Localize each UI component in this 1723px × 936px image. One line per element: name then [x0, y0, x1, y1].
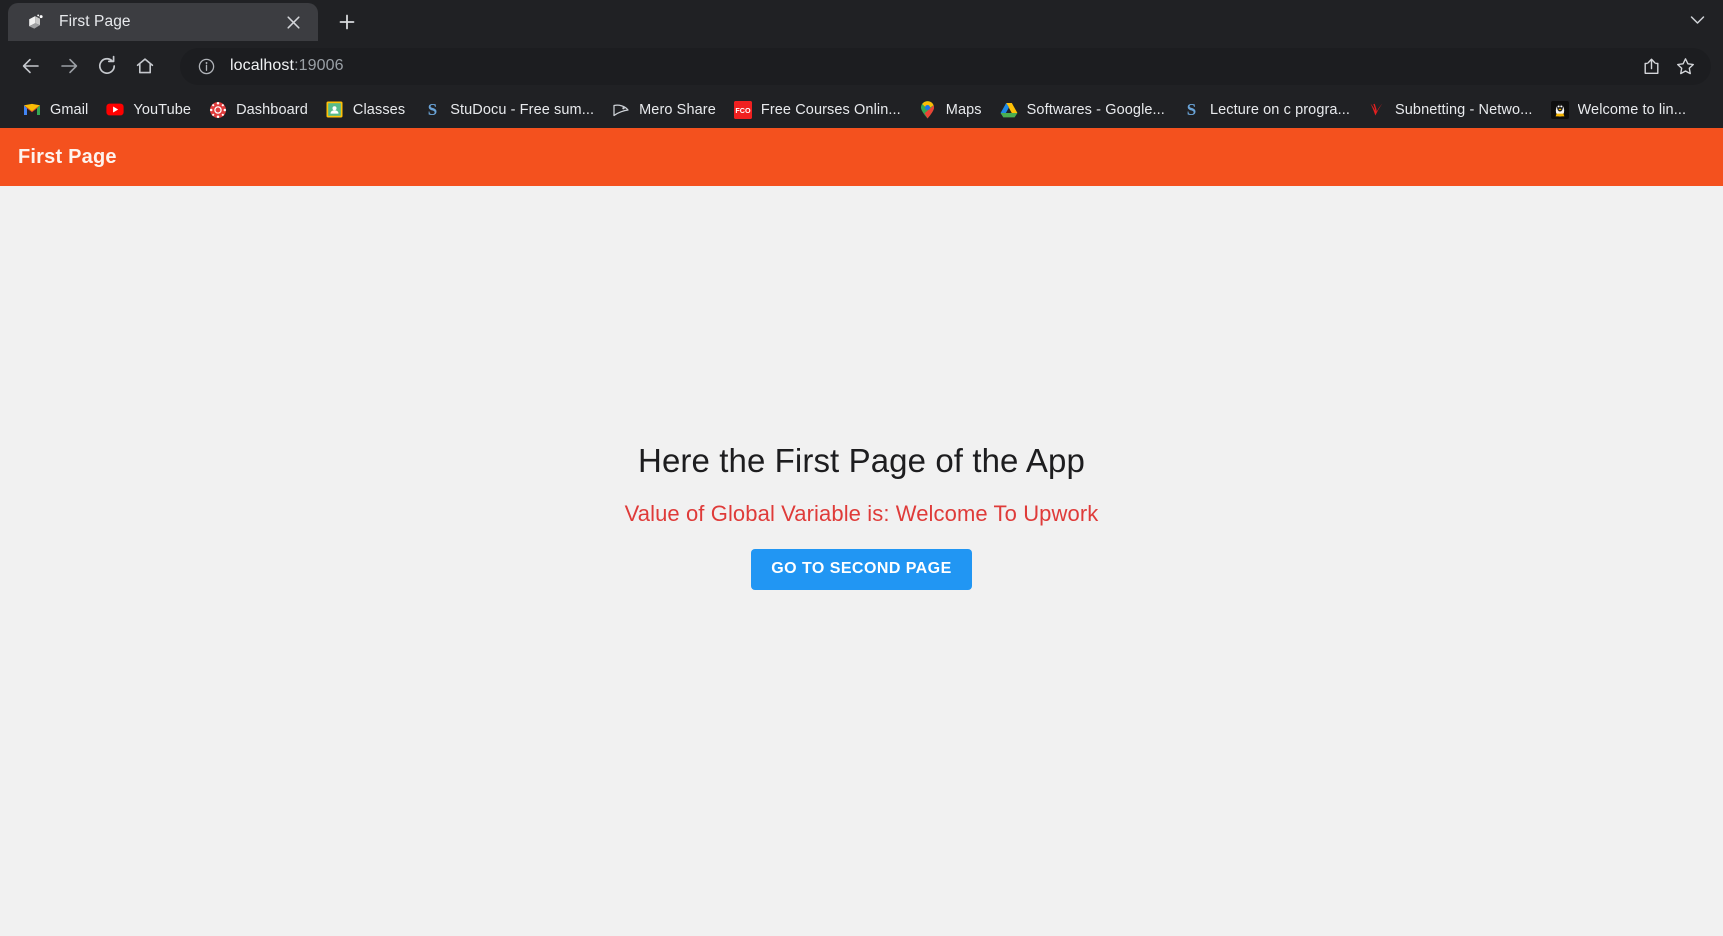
app-header-title: First Page — [18, 146, 117, 169]
google-drive-icon — [1000, 101, 1018, 119]
fco-icon: FCO — [734, 101, 752, 119]
bookmark-label: Classes — [353, 102, 405, 118]
new-tab-button[interactable] — [330, 5, 364, 39]
arrow-right-icon — [58, 55, 80, 77]
global-variable-text: Value of Global Variable is: Welcome To … — [625, 501, 1099, 527]
address-bar[interactable]: localhost:19006 — [180, 48, 1711, 85]
browser-toolbar: localhost:19006 — [0, 41, 1723, 91]
youtube-icon — [106, 101, 124, 119]
svg-text:S: S — [1187, 101, 1196, 118]
bookmark-label: StuDocu - Free sum... — [450, 102, 594, 118]
canvas-dashboard-icon — [209, 101, 227, 119]
expo-favicon — [26, 13, 45, 32]
studocu-icon: S — [423, 101, 441, 119]
info-circle-icon[interactable] — [196, 56, 216, 76]
bookmark-subnetting[interactable]: Subnetting - Netwo... — [1359, 96, 1542, 124]
linux-icon — [1551, 101, 1569, 119]
bookmark-label: YouTube — [133, 102, 191, 118]
tab-first-page[interactable]: First Page — [8, 3, 318, 41]
bookmark-welcome-linux[interactable]: Welcome to lin... — [1542, 96, 1696, 124]
go-to-second-page-button[interactable]: GO TO SECOND PAGE — [751, 549, 971, 590]
bookmark-label: Mero Share — [639, 102, 716, 118]
star-icon[interactable] — [1669, 50, 1701, 82]
back-button[interactable] — [12, 47, 50, 85]
bookmark-label: Gmail — [50, 102, 88, 118]
app-header: First Page — [0, 128, 1723, 186]
url-port: :19006 — [294, 57, 344, 74]
bookmark-label: Welcome to lin... — [1578, 102, 1687, 118]
reload-icon — [96, 55, 118, 77]
bookmark-mero-share[interactable]: Mero Share — [603, 96, 725, 124]
bookmark-lecture-c[interactable]: S Lecture on c progra... — [1174, 96, 1359, 124]
app-content: Here the First Page of the App Value of … — [0, 186, 1723, 936]
svg-text:FCO: FCO — [735, 106, 751, 115]
close-icon[interactable] — [280, 9, 306, 35]
svg-text:S: S — [427, 101, 436, 118]
bookmark-softwares[interactable]: Softwares - Google... — [991, 96, 1174, 124]
bookmark-label: Lecture on c progra... — [1210, 102, 1350, 118]
browser-window: First Page — [0, 0, 1723, 936]
bookmark-dashboard[interactable]: Dashboard — [200, 96, 317, 124]
arrow-left-icon — [20, 55, 42, 77]
bookmark-free-courses[interactable]: FCO Free Courses Onlin... — [725, 96, 910, 124]
bookmark-label: Softwares - Google... — [1027, 102, 1165, 118]
google-maps-icon — [919, 101, 937, 119]
mero-share-icon — [612, 101, 630, 119]
bookmark-maps[interactable]: Maps — [910, 96, 991, 124]
red-v-icon — [1368, 101, 1386, 119]
chevron-down-icon[interactable] — [1677, 5, 1717, 35]
bookmark-classes[interactable]: Classes — [317, 96, 414, 124]
bookmark-studocu[interactable]: S StuDocu - Free sum... — [414, 96, 603, 124]
bookmark-gmail[interactable]: Gmail — [14, 96, 97, 124]
reload-button[interactable] — [88, 47, 126, 85]
plus-icon — [339, 14, 355, 30]
google-classroom-icon — [326, 101, 344, 119]
url-text: localhost:19006 — [230, 57, 344, 75]
bookmarks-bar: Gmail YouTube — [0, 91, 1723, 128]
url-host: localhost — [230, 57, 294, 74]
bookmark-label: Subnetting - Netwo... — [1395, 102, 1533, 118]
bookmark-label: Maps — [946, 102, 982, 118]
tab-title: First Page — [59, 13, 280, 31]
bookmark-youtube[interactable]: YouTube — [97, 96, 200, 124]
gmail-icon — [23, 101, 41, 119]
bookmark-label: Free Courses Onlin... — [761, 102, 901, 118]
home-button[interactable] — [126, 47, 164, 85]
page-heading: Here the First Page of the App — [638, 440, 1085, 481]
tab-strip: First Page — [0, 0, 1723, 41]
bookmark-label: Dashboard — [236, 102, 308, 118]
home-icon — [134, 55, 156, 77]
forward-button[interactable] — [50, 47, 88, 85]
studocu-icon: S — [1183, 101, 1201, 119]
share-icon[interactable] — [1635, 50, 1667, 82]
page-viewport: First Page Here the First Page of the Ap… — [0, 128, 1723, 936]
